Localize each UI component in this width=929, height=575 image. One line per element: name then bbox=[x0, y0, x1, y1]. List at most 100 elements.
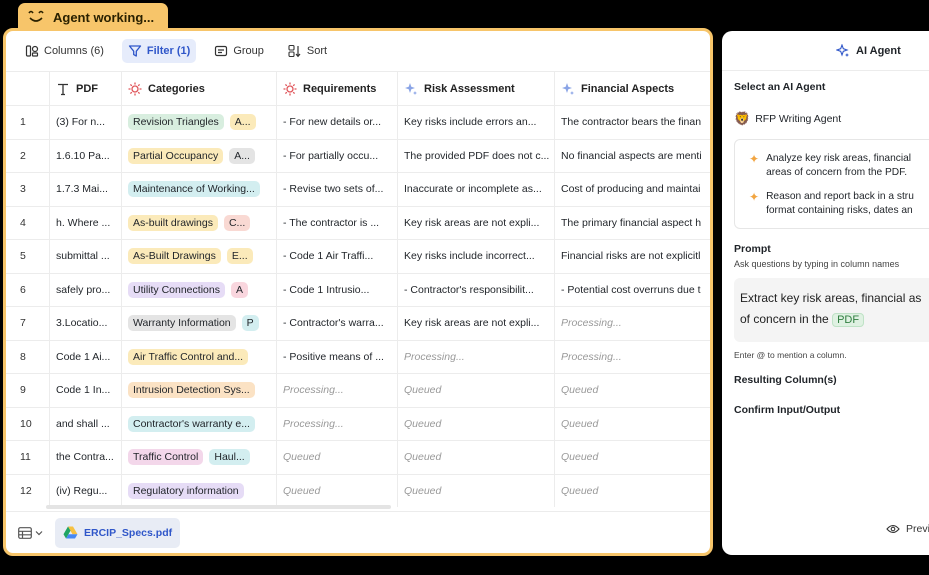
column-header-risk-assessment[interactable]: Risk Assessment bbox=[398, 72, 555, 105]
risk-assessment-cell[interactable]: Key risks include errors an... bbox=[398, 106, 555, 139]
category-tag: Air Traffic Control and... bbox=[128, 348, 249, 365]
category-tag: E... bbox=[226, 248, 253, 265]
table-row[interactable]: 9 Code 1 In... Intrusion Detection Sys... P… bbox=[6, 373, 710, 407]
column-header-financial-aspects[interactable]: Financial Aspects bbox=[555, 72, 710, 105]
requirements-cell[interactable]: - Revise two sets of... bbox=[277, 173, 398, 206]
financial-aspects-cell[interactable]: The contractor bears the finan bbox=[555, 106, 710, 139]
horizontal-scrollbar[interactable] bbox=[46, 505, 391, 509]
financial-aspects-cell[interactable]: The primary financial aspect h bbox=[555, 207, 710, 240]
prompt-input[interactable]: Extract key risk areas, financial as of … bbox=[734, 278, 929, 342]
risk-assessment-cell[interactable]: Queued bbox=[398, 374, 555, 407]
financial-aspects-cell[interactable]: Queued bbox=[555, 475, 710, 508]
risk-assessment-cell[interactable]: Queued bbox=[398, 407, 555, 440]
requirements-cell[interactable]: Queued bbox=[277, 441, 398, 474]
requirements-cell[interactable]: - Code 1 Intrusio... bbox=[277, 273, 398, 306]
column-header-requirements[interactable]: Requirements bbox=[277, 72, 398, 105]
categories-cell[interactable]: Air Traffic Control and... bbox=[122, 340, 277, 373]
table-row[interactable]: 8 Code 1 Ai... Air Traffic Control and... -… bbox=[6, 339, 710, 374]
columns-label: Columns (6) bbox=[44, 45, 104, 57]
risk-assessment-cell[interactable]: Queued bbox=[398, 474, 555, 507]
financial-aspects-cell[interactable]: Cost of producing and maintai bbox=[555, 173, 710, 206]
table-row[interactable]: 10 and shall ... Contractor's warranty e..… bbox=[6, 406, 710, 441]
requirements-cell[interactable]: - The contractor is ... bbox=[277, 206, 398, 239]
pdf-cell[interactable]: (iv) Regu... bbox=[50, 474, 122, 507]
risk-assessment-cell[interactable]: Key risk areas are not expli... bbox=[398, 206, 555, 239]
risk-assessment-cell[interactable]: Processing... bbox=[398, 340, 555, 373]
table-row[interactable]: 6 safely pro... Utility Connections A - Code… bbox=[6, 272, 710, 307]
column-mention-tag[interactable]: PDF bbox=[832, 313, 865, 327]
table-row[interactable]: 11 the Contra... Traffic Control Haul... Que… bbox=[6, 440, 710, 474]
filter-button[interactable]: Filter (1) bbox=[121, 39, 197, 63]
pdf-cell[interactable]: (3) For n... bbox=[50, 106, 122, 139]
pdf-cell[interactable]: Code 1 Ai... bbox=[50, 340, 122, 373]
confirm-io-label[interactable]: Confirm Input/Output bbox=[734, 404, 929, 416]
financial-aspects-cell[interactable]: No financial aspects are menti bbox=[555, 140, 710, 173]
requirements-cell[interactable]: Queued bbox=[277, 474, 398, 507]
pdf-cell[interactable]: and shall ... bbox=[50, 407, 122, 440]
categories-cell[interactable]: Traffic Control Haul... bbox=[122, 441, 277, 474]
text-icon bbox=[58, 83, 68, 95]
categories-cell[interactable]: As-Built Drawings E... bbox=[122, 240, 277, 273]
requirements-cell[interactable]: - For new details or... bbox=[277, 106, 398, 139]
requirements-cell[interactable]: - Code 1 Air Traffi... bbox=[277, 240, 398, 273]
table-row[interactable]: 12 (iv) Regu... Regulatory information Queu… bbox=[6, 473, 710, 508]
sort-button[interactable]: Sort bbox=[282, 39, 333, 63]
table-row[interactable]: 3 1.7.3 Mai... Maintenance of Working... - … bbox=[6, 172, 710, 206]
table-row[interactable]: 4 h. Where ... As-built drawings C... - The … bbox=[6, 205, 710, 240]
categories-cell[interactable]: Regulatory information bbox=[122, 474, 277, 507]
categories-cell[interactable]: Maintenance of Working... bbox=[122, 173, 277, 206]
group-button[interactable]: Group bbox=[208, 39, 270, 63]
file-tab[interactable]: ERCIP_Specs.pdf bbox=[55, 517, 181, 548]
table-row[interactable]: 1 (3) For n... Revision Triangles A... - For… bbox=[6, 105, 710, 139]
risk-assessment-cell[interactable]: Key risk areas are not expli... bbox=[398, 307, 555, 340]
step-text: format containing risks, dates an bbox=[766, 205, 913, 216]
requirements-cell[interactable]: - For partially occu... bbox=[277, 139, 398, 172]
requirements-cell[interactable]: Processing... bbox=[277, 407, 398, 440]
column-header-pdf[interactable]: PDF bbox=[50, 72, 122, 105]
view-switcher[interactable] bbox=[18, 526, 43, 539]
pdf-cell[interactable]: the Contra... bbox=[50, 441, 122, 474]
sort-icon bbox=[288, 44, 301, 58]
categories-cell[interactable]: Partial Occupancy A... bbox=[122, 139, 277, 172]
requirements-cell[interactable]: - Positive means of ... bbox=[277, 340, 398, 373]
categories-cell[interactable]: As-built drawings C... bbox=[122, 206, 277, 239]
financial-aspects-cell[interactable]: - Potential cost overruns due t bbox=[555, 274, 710, 307]
column-header-categories[interactable]: Categories bbox=[122, 72, 277, 105]
financial-aspects-cell[interactable]: Financial risks are not explicitl bbox=[555, 240, 710, 273]
categories-cell[interactable]: Revision Triangles A... bbox=[122, 106, 277, 139]
columns-button[interactable]: Columns (6) bbox=[19, 39, 110, 63]
risk-assessment-cell[interactable]: Inaccurate or incomplete as... bbox=[398, 173, 555, 206]
agent-selector[interactable]: 🦁 RFP Writing Agent bbox=[734, 111, 929, 127]
table-row[interactable]: 5 submittal ... As-Built Drawings E... - Cod… bbox=[6, 239, 710, 273]
pdf-cell[interactable]: Code 1 In... bbox=[50, 374, 122, 407]
financial-aspects-cell[interactable]: Processing... bbox=[555, 307, 710, 340]
pdf-cell[interactable]: 1.6.10 Pa... bbox=[50, 139, 122, 172]
preview-button[interactable]: Previ bbox=[886, 523, 929, 535]
requirements-cell[interactable]: - Contractor's warra... bbox=[277, 307, 398, 340]
step-text: Reason and report back in a stru bbox=[766, 191, 914, 202]
financial-aspects-cell[interactable]: Queued bbox=[555, 441, 710, 474]
pdf-cell[interactable]: submittal ... bbox=[50, 240, 122, 273]
risk-assessment-cell[interactable]: Key risks include incorrect... bbox=[398, 240, 555, 273]
table-row[interactable]: 7 3.Locatio... Warranty Information P - Cont… bbox=[6, 306, 710, 340]
panel-title: AI Agent bbox=[856, 44, 901, 57]
risk-assessment-cell[interactable]: - Contractor's responsibilit... bbox=[398, 273, 555, 306]
pdf-cell[interactable]: 3.Locatio... bbox=[50, 307, 122, 340]
categories-cell[interactable]: Intrusion Detection Sys... bbox=[122, 374, 277, 407]
categories-cell[interactable]: Contractor's warranty e... bbox=[122, 407, 277, 440]
financial-aspects-cell[interactable]: Processing... bbox=[555, 341, 710, 374]
step-text: Analyze key risk areas, financial bbox=[766, 153, 912, 164]
pdf-cell[interactable]: h. Where ... bbox=[50, 206, 122, 239]
resulting-columns-label[interactable]: Resulting Column(s) bbox=[734, 374, 929, 386]
categories-cell[interactable]: Warranty Information P bbox=[122, 307, 277, 340]
category-tag: Haul... bbox=[209, 449, 250, 466]
financial-aspects-cell[interactable]: Queued bbox=[555, 374, 710, 407]
categories-cell[interactable]: Utility Connections A bbox=[122, 273, 277, 306]
pdf-cell[interactable]: safely pro... bbox=[50, 273, 122, 306]
table-row[interactable]: 2 1.6.10 Pa... Partial Occupancy A... - For … bbox=[6, 138, 710, 173]
risk-assessment-cell[interactable]: The provided PDF does not c... bbox=[398, 139, 555, 172]
pdf-cell[interactable]: 1.7.3 Mai... bbox=[50, 173, 122, 206]
financial-aspects-cell[interactable]: Queued bbox=[555, 408, 710, 441]
risk-assessment-cell[interactable]: Queued bbox=[398, 441, 555, 474]
requirements-cell[interactable]: Processing... bbox=[277, 374, 398, 407]
